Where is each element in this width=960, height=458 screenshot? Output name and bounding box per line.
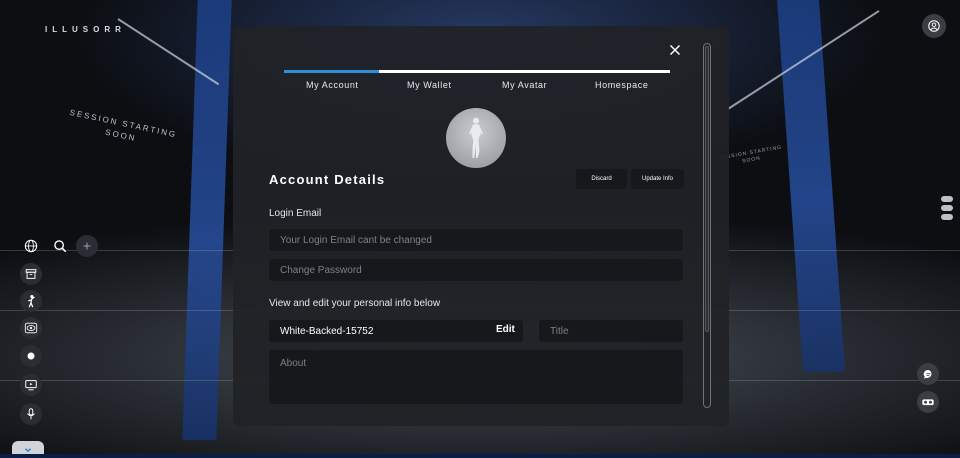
eye-frame-icon [24,322,38,334]
change-password-field[interactable]: Change Password [269,259,683,281]
screen-share-button[interactable] [20,374,42,396]
globe-icon [24,239,38,253]
personal-info-label: View and edit your personal info below [269,298,441,309]
session-banner: SESSION STARTING SOON [66,107,179,153]
modal-scrollbar[interactable] [703,43,711,408]
close-button[interactable] [667,42,683,58]
section-title: Account Details [269,172,386,187]
more-dots-icon[interactable] [941,196,953,223]
scene-pillar-right [776,0,846,372]
record-button[interactable] [20,345,42,367]
about-field[interactable]: About [269,350,683,404]
title-field[interactable]: Title [539,320,683,342]
tab-my-account[interactable]: My Account [306,80,359,90]
app-logo: ILLUSORR [45,25,126,34]
dot [941,205,953,211]
dot [941,214,953,220]
vr-mode-button[interactable] [917,391,939,413]
scene-beam [727,10,880,110]
profile-icon [928,20,940,32]
search-button[interactable] [49,235,71,257]
globe-button[interactable] [20,235,42,257]
plus-icon [83,242,91,250]
avatar-wave-icon [28,295,35,308]
chevron-down-icon [25,447,31,452]
login-email-label: Login Email [269,208,322,219]
bottom-strip [0,454,960,458]
scene-pillar-left [182,0,232,440]
tab-my-wallet[interactable]: My Wallet [407,80,452,90]
close-icon [669,44,681,56]
discard-button[interactable]: Discard [576,169,627,189]
update-info-button[interactable]: Update Info [631,169,684,189]
account-modal: My Account My Wallet My Avatar Homespace… [233,26,729,426]
microphone-icon [27,408,35,420]
tabs-progress-bar [284,70,670,73]
active-tab-indicator [284,70,379,73]
login-email-field[interactable]: Your Login Email cant be changed [269,229,683,251]
archive-icon [25,269,37,279]
avatar[interactable] [446,108,506,168]
tab-my-avatar[interactable]: My Avatar [502,80,547,90]
scene-beam [117,18,220,86]
dot [941,196,953,202]
chat-button[interactable] [917,363,939,385]
chat-icon [923,369,932,379]
emote-button[interactable] [20,290,42,312]
search-icon [54,240,67,253]
view-button[interactable] [20,317,42,339]
archive-button[interactable] [20,263,42,285]
edit-name-button[interactable]: Edit [496,324,515,335]
screen-share-icon [25,380,37,391]
display-name-field[interactable]: White-Backed-15752 [269,320,523,342]
tab-homespace[interactable]: Homespace [595,80,648,90]
scrollbar-thumb[interactable] [705,46,709,332]
profile-button[interactable] [922,14,946,38]
record-icon [27,352,35,360]
add-button[interactable] [76,235,98,257]
avatar-figure-icon [469,117,483,158]
microphone-button[interactable] [20,403,42,425]
vr-headset-icon [922,399,934,406]
